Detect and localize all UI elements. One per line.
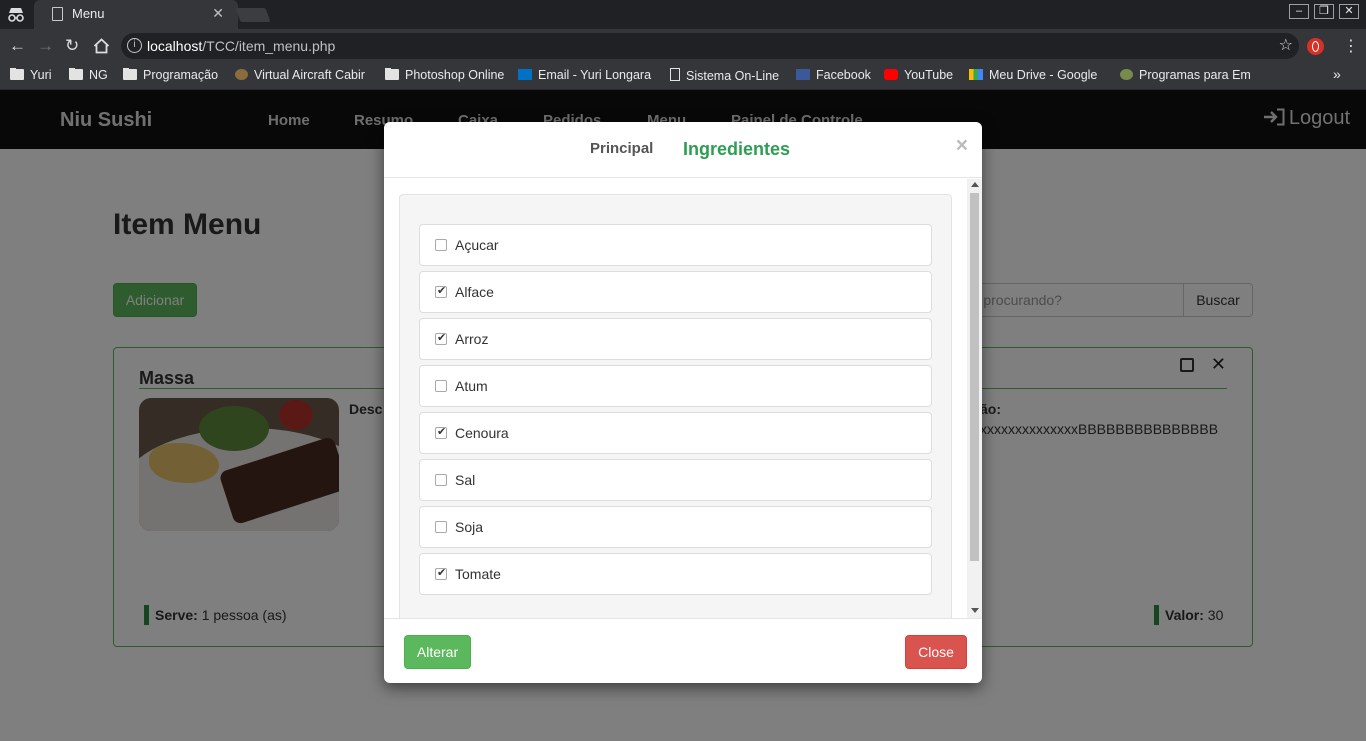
browser-toolbar: ← → ↻ i localhost/TCC/item_menu.php ☆ — [0, 29, 1366, 63]
ingredient-checkbox[interactable] — [435, 425, 447, 439]
address-bar[interactable]: i localhost/TCC/item_menu.php ☆ — [121, 33, 1299, 59]
ingredient-label: Sal — [455, 472, 476, 488]
url-text: localhost/TCC/item_menu.php — [147, 38, 336, 54]
bookmark-star-icon[interactable]: ☆ — [1279, 35, 1293, 55]
site-icon — [235, 69, 248, 80]
opera-extension-icon[interactable] — [1307, 38, 1324, 55]
minimize-button[interactable]: – — [1289, 4, 1309, 19]
scroll-thumb[interactable] — [970, 193, 979, 561]
folder-icon — [385, 68, 399, 80]
ingredient-checkbox[interactable] — [435, 239, 447, 251]
bookmark-item[interactable]: Facebook — [796, 68, 871, 82]
ingredients-modal: Principal Ingredientes × Açucar Alface A… — [384, 122, 982, 683]
bookmark-item[interactable]: Programação — [123, 68, 218, 82]
bookmark-item[interactable]: Meu Drive - Google — [969, 68, 1104, 82]
ingredient-label: Açucar — [455, 237, 499, 253]
browser-menu-icon[interactable]: ⋮ — [1343, 36, 1359, 56]
bookmark-item[interactable]: Yuri — [10, 68, 52, 82]
modal-scrollbar[interactable] — [967, 179, 982, 619]
folder-icon — [10, 68, 24, 80]
modal-body: Açucar Alface Arroz Atum Cenoura Sal Soj… — [384, 179, 982, 619]
ingredient-checkbox[interactable] — [435, 521, 447, 533]
alterar-button[interactable]: Alterar — [404, 635, 471, 669]
bookmark-item[interactable]: Email - Yuri Longara — [518, 68, 655, 82]
close-button[interactable]: Close — [905, 635, 967, 669]
bookmarks-bar: Yuri NG Programação Virtual Aircraft Cab… — [0, 63, 1366, 90]
folder-icon — [69, 68, 83, 80]
bookmark-item[interactable]: Virtual Aircraft Cabir — [235, 68, 371, 82]
ingredient-label: Alface — [455, 284, 494, 300]
ingredient-label: Atum — [455, 378, 488, 394]
youtube-icon — [884, 69, 898, 80]
web-page: Niu Sushi Home Resumo Caixa Pedidos Menu… — [0, 90, 1366, 741]
drive-icon — [969, 69, 983, 80]
ingredient-label: Soja — [455, 519, 484, 535]
tab-principal[interactable]: Principal — [590, 140, 653, 157]
modal-header: Principal Ingredientes × — [384, 122, 982, 178]
scroll-down-icon[interactable] — [971, 608, 979, 613]
page-icon — [52, 7, 63, 21]
ingredient-item[interactable]: Arroz — [419, 318, 932, 360]
reload-icon[interactable]: ↻ — [65, 36, 79, 56]
site-icon — [1120, 69, 1133, 80]
outlook-icon — [518, 69, 532, 80]
ingredient-item[interactable]: Soja — [419, 506, 932, 548]
ingredient-item[interactable]: Atum — [419, 365, 932, 407]
bookmark-item[interactable]: Photoshop Online — [385, 68, 504, 82]
new-tab-button[interactable] — [235, 8, 271, 22]
bookmark-item[interactable]: NG — [69, 68, 108, 82]
ingredient-item[interactable]: Açucar — [419, 224, 932, 266]
ingredients-list: Açucar Alface Arroz Atum Cenoura Sal Soj… — [399, 194, 952, 619]
ingredient-item[interactable]: Sal — [419, 459, 932, 501]
tab-title: Menu — [72, 6, 105, 21]
ingredient-item[interactable]: Alface — [419, 271, 932, 313]
browser-tabstrip: Menu ✕ – ❐ ✕ — [0, 0, 1366, 29]
bookmark-item[interactable]: Sistema On-Line — [670, 68, 779, 83]
home-icon[interactable] — [93, 38, 110, 54]
bookmark-item[interactable]: YouTube — [884, 68, 953, 82]
ingredient-item[interactable]: Cenoura — [419, 412, 932, 454]
modal-footer: Alterar Close — [384, 618, 982, 683]
window-close-button[interactable]: ✕ — [1339, 4, 1359, 19]
ingredient-checkbox[interactable] — [435, 331, 447, 345]
ingredient-label: Cenoura — [455, 425, 509, 441]
page-icon — [670, 68, 680, 81]
incognito-icon — [8, 8, 24, 22]
forward-icon[interactable]: → — [37, 36, 54, 56]
ingredient-label: Arroz — [455, 331, 489, 347]
bookmark-item[interactable]: Programas para Em — [1120, 68, 1256, 82]
modal-close-icon[interactable]: × — [956, 134, 968, 158]
folder-icon — [123, 68, 137, 80]
ingredient-checkbox[interactable] — [435, 284, 447, 298]
browser-tab[interactable]: Menu ✕ — [34, 0, 238, 29]
back-icon[interactable]: ← — [9, 36, 26, 56]
ingredient-checkbox[interactable] — [435, 566, 447, 580]
ingredient-checkbox[interactable] — [435, 380, 447, 392]
tab-close-icon[interactable]: ✕ — [212, 5, 224, 22]
scroll-up-icon[interactable] — [971, 182, 979, 187]
facebook-icon — [796, 69, 810, 80]
site-info-icon[interactable]: i — [127, 38, 142, 53]
ingredient-item[interactable]: Tomate — [419, 553, 932, 595]
maximize-button[interactable]: ❐ — [1314, 4, 1334, 19]
tab-ingredientes[interactable]: Ingredientes — [683, 139, 790, 160]
ingredient-label: Tomate — [455, 566, 501, 582]
more-bookmarks-icon[interactable]: » — [1333, 66, 1341, 82]
ingredient-checkbox[interactable] — [435, 474, 447, 486]
